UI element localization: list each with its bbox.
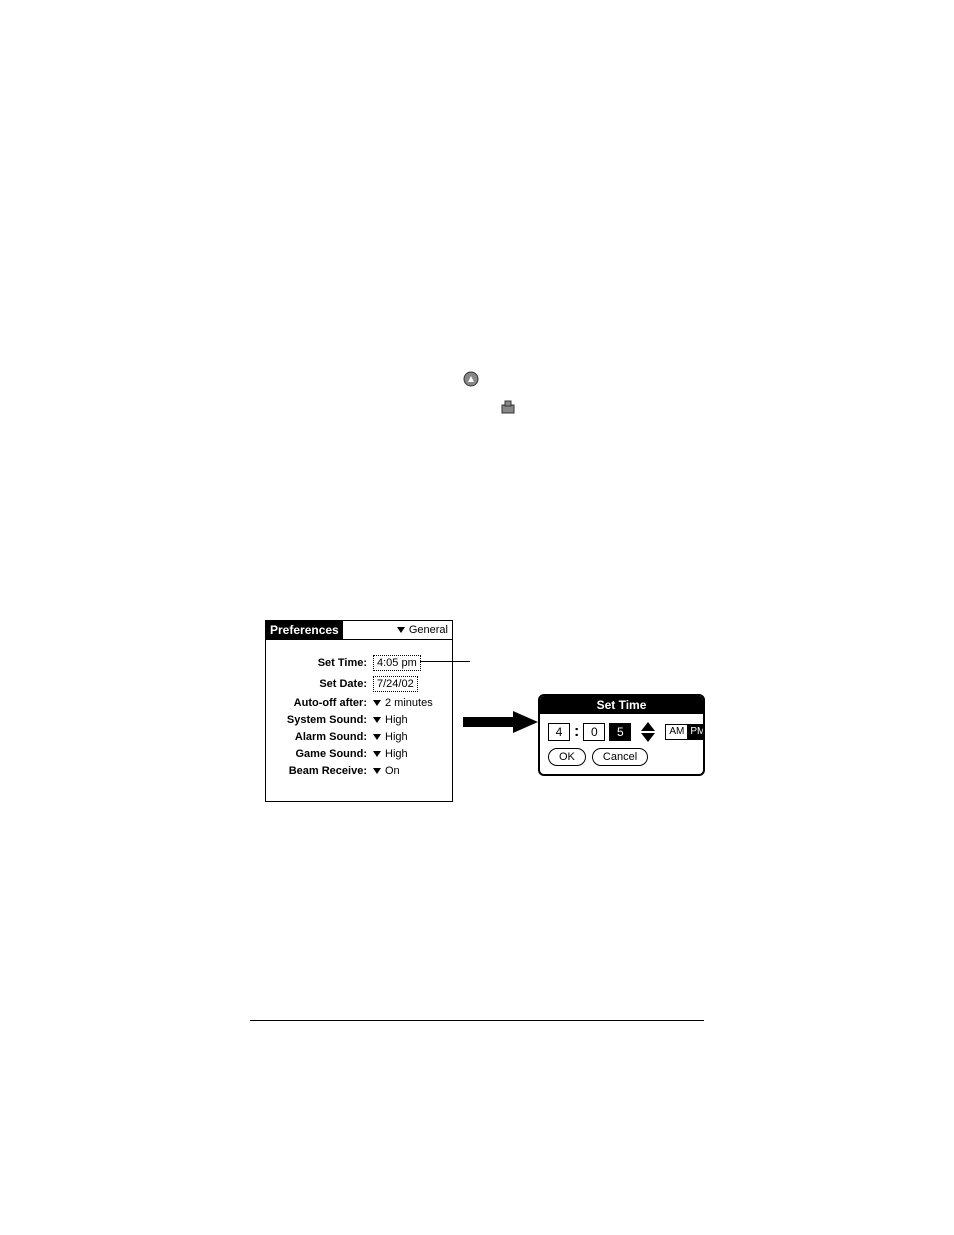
auto-off-dropdown[interactable]: 2 minutes bbox=[373, 697, 433, 709]
set-time-dialog: Set Time 4 : 0 5 AM PM OK Cancel bbox=[538, 694, 705, 776]
chevron-down-icon bbox=[373, 717, 381, 723]
set-time-title: Set Time bbox=[540, 696, 703, 714]
label-beam-receive: Beam Receive: bbox=[272, 765, 367, 777]
chevron-down-icon bbox=[373, 700, 381, 706]
callout-line bbox=[420, 661, 470, 662]
label-set-time: Set Time: bbox=[272, 657, 367, 669]
applications-icon bbox=[463, 371, 479, 392]
label-system-sound: System Sound: bbox=[272, 714, 367, 726]
label-auto-off: Auto-off after: bbox=[272, 697, 367, 709]
step-down-button[interactable] bbox=[641, 733, 655, 742]
system-sound-dropdown[interactable]: High bbox=[373, 714, 408, 726]
row-beam-receive: Beam Receive: On bbox=[272, 765, 446, 777]
chevron-down-icon bbox=[373, 734, 381, 740]
ok-button[interactable]: OK bbox=[548, 748, 586, 766]
time-colon: : bbox=[574, 723, 579, 741]
prefs-title: Preferences bbox=[266, 621, 343, 639]
chevron-down-icon bbox=[397, 627, 405, 633]
prefs-category-label: General bbox=[409, 624, 448, 636]
minute-ones-field[interactable]: 5 bbox=[609, 723, 631, 741]
hour-field[interactable]: 4 bbox=[548, 723, 570, 741]
alarm-sound-dropdown[interactable]: High bbox=[373, 731, 408, 743]
label-set-date: Set Date: bbox=[272, 678, 367, 690]
step-up-button[interactable] bbox=[641, 722, 655, 731]
row-game-sound: Game Sound: High bbox=[272, 748, 446, 760]
chevron-down-icon bbox=[373, 768, 381, 774]
cancel-button[interactable]: Cancel bbox=[592, 748, 648, 766]
label-game-sound: Game Sound: bbox=[272, 748, 367, 760]
game-sound-dropdown[interactable]: High bbox=[373, 748, 408, 760]
arrow-right-icon bbox=[463, 711, 538, 738]
am-toggle[interactable]: AM bbox=[666, 725, 687, 739]
preferences-panel: Preferences General Set Time: 4:05 pm Se… bbox=[265, 620, 453, 802]
beam-receive-dropdown[interactable]: On bbox=[373, 765, 400, 777]
set-time-selector[interactable]: 4:05 pm bbox=[373, 655, 421, 671]
row-system-sound: System Sound: High bbox=[272, 714, 446, 726]
row-alarm-sound: Alarm Sound: High bbox=[272, 731, 446, 743]
prefs-category-dropdown[interactable]: General bbox=[393, 621, 452, 639]
chevron-down-icon bbox=[373, 751, 381, 757]
label-alarm-sound: Alarm Sound: bbox=[272, 731, 367, 743]
row-auto-off: Auto-off after: 2 minutes bbox=[272, 697, 446, 709]
set-date-selector[interactable]: 7/24/02 bbox=[373, 676, 418, 692]
minute-tens-field[interactable]: 0 bbox=[583, 723, 605, 741]
prefs-icon bbox=[500, 399, 516, 420]
page-divider bbox=[250, 1020, 704, 1021]
row-set-time: Set Time: 4:05 pm bbox=[272, 655, 446, 671]
row-set-date: Set Date: 7/24/02 bbox=[272, 676, 446, 692]
pm-toggle[interactable]: PM bbox=[687, 725, 705, 739]
